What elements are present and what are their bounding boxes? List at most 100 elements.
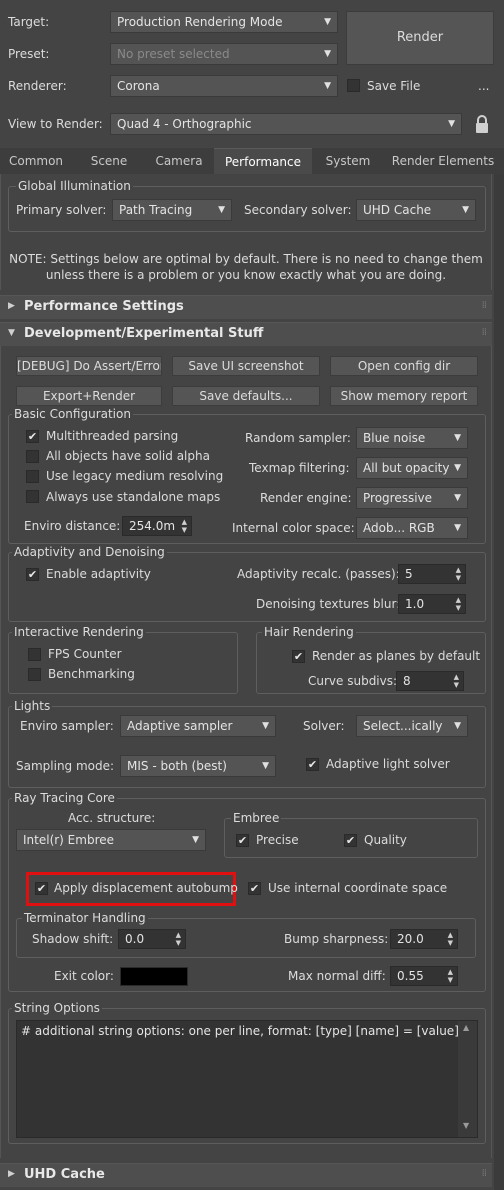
rollout-performance-settings[interactable]: ▶ Performance Settings ⁞⁞: [0, 295, 492, 319]
primary-solver-dropdown[interactable]: Path Tracing ▼: [112, 199, 232, 221]
renderer-dropdown[interactable]: Corona ▼: [110, 75, 338, 97]
render-engine-dropdown[interactable]: Progressive ▼: [356, 487, 468, 509]
chevron-down-icon: ▼: [262, 721, 269, 731]
more-button[interactable]: ...: [478, 78, 489, 94]
spinner-arrows-icon[interactable]: ▲ ▼: [456, 596, 461, 612]
view-to-render-label: View to Render:: [8, 117, 103, 131]
enviro-distance-label: Enviro distance:: [24, 519, 121, 533]
precise-checkbox[interactable]: ✔: [236, 834, 249, 847]
tab-common[interactable]: Common: [0, 148, 72, 174]
legacy-medium-checkbox[interactable]: [26, 470, 39, 483]
debug-assert-button[interactable]: [DEBUG] Do Assert/Error: [16, 356, 162, 376]
shadow-shift-spinner[interactable]: 0.0 ▲ ▼: [118, 929, 186, 949]
render-as-planes-checkbox[interactable]: ✔: [292, 650, 305, 663]
open-config-dir-button[interactable]: Open config dir: [330, 356, 478, 376]
max-normal-diff-label: Max normal diff:: [288, 969, 386, 983]
shadow-shift-label: Shadow shift:: [32, 932, 114, 946]
quality-checkbox[interactable]: ✔: [344, 834, 357, 847]
chevron-down-icon: ▼: [454, 433, 461, 443]
legacy-medium-label: Use legacy medium resolving: [46, 469, 224, 483]
tab-system[interactable]: System: [318, 148, 378, 174]
view-to-render-dropdown[interactable]: Quad 4 - Orthographic ▼: [110, 113, 462, 135]
curve-subdivs-spinner[interactable]: 8 ▲ ▼: [396, 671, 464, 691]
secondary-solver-label: Secondary solver:: [244, 203, 352, 217]
rollout-title: Performance Settings: [24, 299, 184, 314]
save-defaults-button[interactable]: Save defaults...: [172, 386, 320, 406]
save-file-checkbox[interactable]: [347, 79, 360, 92]
string-options-scrollbar[interactable]: ▲ ▼: [458, 1021, 477, 1137]
secondary-solver-dropdown[interactable]: UHD Cache ▼: [356, 199, 476, 221]
enviro-distance-spinner[interactable]: 254.0m ▲ ▼: [122, 516, 192, 536]
benchmarking-checkbox[interactable]: [28, 668, 41, 681]
denoising-blur-label: Denoising textures blur:: [256, 597, 401, 611]
color-space-dropdown[interactable]: Adob... RGB ▼: [356, 517, 468, 539]
fps-counter-checkbox[interactable]: [28, 648, 41, 661]
spinner-arrows-icon[interactable]: ▲ ▼: [448, 931, 453, 947]
spinner-arrows-icon[interactable]: ▲ ▼: [448, 968, 453, 984]
target-dropdown[interactable]: Production Rendering Mode ▼: [110, 11, 338, 33]
chevron-down-icon: ▼: [462, 205, 469, 215]
random-sampler-dropdown[interactable]: Blue noise ▼: [356, 427, 468, 449]
acc-structure-value: Intel(r) Embree: [23, 833, 115, 847]
collapse-arrow-icon: ▼: [8, 328, 15, 338]
scroll-up-icon[interactable]: ▲: [463, 1023, 469, 1032]
spinner-arrows-icon[interactable]: ▲ ▼: [182, 518, 187, 534]
standalone-maps-checkbox[interactable]: [26, 490, 39, 503]
spinner-arrows-icon[interactable]: ▲ ▼: [176, 931, 181, 947]
render-as-planes-label: Render as planes by default: [312, 649, 481, 663]
spinner-arrows-icon[interactable]: ▲ ▼: [454, 673, 459, 689]
chevron-down-icon: ▼: [454, 523, 461, 533]
tab-scene[interactable]: Scene: [76, 148, 142, 174]
tab-performance[interactable]: Performance: [214, 148, 312, 174]
internal-coordinate-label: Use internal coordinate space: [268, 881, 448, 895]
enable-adaptivity-checkbox[interactable]: ✔: [26, 568, 39, 581]
adaptivity-recalc-label: Adaptivity recalc. (passes):: [237, 567, 400, 581]
multithreaded-checkbox[interactable]: ✔: [26, 430, 39, 443]
rollout-uhd-cache[interactable]: ▶ UHD Cache ⁞⁞: [0, 1163, 492, 1187]
denoising-blur-spinner[interactable]: 1.0 ▲ ▼: [398, 594, 466, 614]
chevron-down-icon: ▼: [448, 119, 455, 129]
adaptivity-title: Adaptivity and Denoising: [12, 545, 167, 559]
light-solver-dropdown[interactable]: Select...ically ▼: [356, 715, 468, 737]
hair-rendering-title: Hair Rendering: [262, 625, 356, 639]
panel-scrollbar[interactable]: [494, 174, 504, 1190]
bump-sharpness-spinner[interactable]: 20.0 ▲ ▼: [390, 929, 458, 949]
light-solver-value: Select...ically: [363, 719, 443, 733]
solid-alpha-checkbox[interactable]: [26, 450, 39, 463]
tab-camera[interactable]: Camera: [146, 148, 212, 174]
rollout-development[interactable]: ▼ Development/Experimental Stuff ⁞⁞: [0, 322, 492, 346]
string-options-textarea[interactable]: # additional string options: one per lin…: [16, 1020, 478, 1138]
lock-icon[interactable]: [474, 114, 490, 134]
show-memory-report-button[interactable]: Show memory report: [330, 386, 478, 406]
primary-solver-value: Path Tracing: [119, 203, 193, 217]
sampling-mode-dropdown[interactable]: MIS - both (best) ▼: [120, 755, 276, 777]
bump-sharpness-value: 20.0: [397, 932, 424, 946]
enviro-sampler-value: Adaptive sampler: [127, 719, 233, 733]
exit-color-swatch[interactable]: [120, 967, 188, 986]
spinner-arrows-icon[interactable]: ▲ ▼: [456, 566, 461, 582]
solid-alpha-label: All objects have solid alpha: [46, 449, 210, 463]
render-engine-value: Progressive: [363, 491, 433, 505]
scroll-down-icon[interactable]: ▼: [463, 1121, 469, 1130]
export-render-button[interactable]: Export+Render: [16, 386, 162, 406]
texmap-filtering-label: Texmap filtering:: [249, 461, 350, 475]
save-ui-screenshot-button[interactable]: Save UI screenshot: [172, 356, 320, 376]
displacement-autobump-checkbox[interactable]: ✔: [35, 882, 48, 895]
preset-label: Preset:: [8, 47, 50, 61]
preset-dropdown[interactable]: No preset selected ▼: [110, 43, 338, 65]
chevron-down-icon: ▼: [454, 493, 461, 503]
enviro-sampler-dropdown[interactable]: Adaptive sampler ▼: [120, 715, 276, 737]
adaptive-light-solver-checkbox[interactable]: ✔: [306, 758, 319, 771]
adaptivity-recalc-spinner[interactable]: 5 ▲ ▼: [398, 564, 466, 584]
acc-structure-dropdown[interactable]: Intel(r) Embree ▼: [16, 829, 206, 851]
internal-coordinate-checkbox[interactable]: ✔: [248, 882, 261, 895]
primary-solver-label: Primary solver:: [16, 203, 107, 217]
adaptive-light-solver-label: Adaptive light solver: [326, 757, 450, 771]
quality-label: Quality: [364, 833, 407, 847]
tab-render-elements[interactable]: Render Elements: [384, 148, 502, 174]
string-options-text: # additional string options: one per lin…: [21, 1024, 459, 1038]
texmap-filtering-dropdown[interactable]: All but opacity ▼: [356, 457, 468, 479]
max-normal-diff-spinner[interactable]: 0.55 ▲ ▼: [390, 966, 458, 986]
bump-sharpness-label: Bump sharpness:: [284, 932, 389, 946]
render-button[interactable]: Render: [346, 11, 494, 65]
